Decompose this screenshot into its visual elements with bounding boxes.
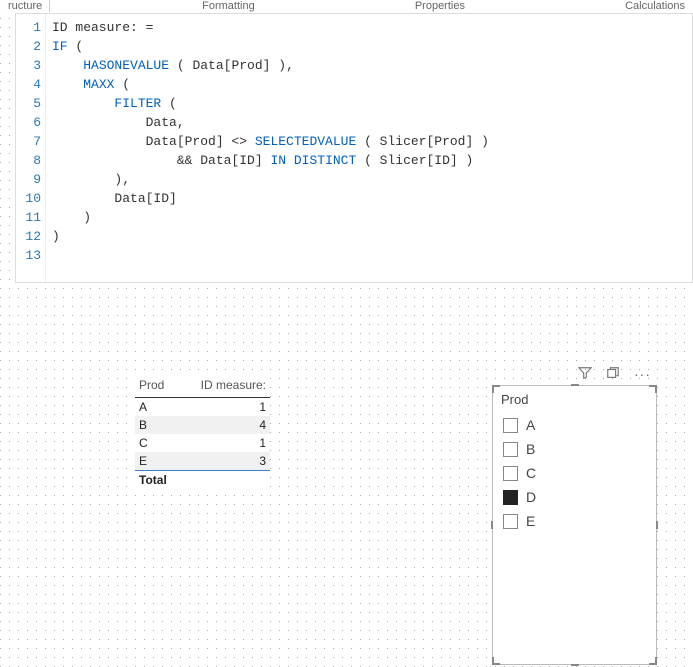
- checkbox-icon[interactable]: [503, 418, 518, 433]
- report-canvas[interactable]: 12345678910111213 ID measure: =IF ( HASO…: [0, 13, 693, 667]
- checkbox-icon[interactable]: [503, 442, 518, 457]
- visual-header: ···: [492, 364, 657, 385]
- checkbox-icon[interactable]: [503, 514, 518, 529]
- slicer-item-label: D: [526, 489, 536, 505]
- resize-handle-l[interactable]: [491, 521, 493, 529]
- slicer-item-b[interactable]: B: [501, 437, 648, 461]
- ribbon-tab-formatting[interactable]: Formatting: [194, 0, 263, 12]
- checkbox-icon[interactable]: [503, 466, 518, 481]
- focus-mode-icon[interactable]: [604, 366, 622, 383]
- editor-code[interactable]: ID measure: =IF ( HASONEVALUE ( Data[Pro…: [46, 14, 489, 282]
- cell-prod: B: [135, 416, 179, 434]
- more-options-icon[interactable]: ···: [632, 366, 653, 383]
- slicer-visual-container: ··· Prod ABCDE: [492, 364, 657, 665]
- resize-handle-b[interactable]: [571, 664, 579, 666]
- cell-prod: C: [135, 434, 179, 452]
- resize-handle-br[interactable]: [649, 657, 657, 665]
- table-row[interactable]: B4: [135, 416, 270, 434]
- cell-prod: E: [135, 452, 179, 471]
- slicer-item-a[interactable]: A: [501, 413, 648, 437]
- slicer-item-label: E: [526, 513, 535, 529]
- resize-handle-tr[interactable]: [649, 385, 657, 393]
- table-header-prod[interactable]: Prod: [135, 373, 179, 398]
- ribbon-tab-properties[interactable]: Properties: [407, 0, 473, 12]
- ribbon-tabs: ructure Formatting Properties Calculatio…: [0, 0, 693, 13]
- total-value: [179, 471, 270, 490]
- ribbon-group-structure[interactable]: ructure: [0, 0, 50, 12]
- filter-icon[interactable]: [576, 366, 594, 383]
- table-header-measure[interactable]: ID measure:: [179, 373, 270, 398]
- total-label: Total: [135, 471, 179, 490]
- slicer-item-label: C: [526, 465, 536, 481]
- resize-handle-t[interactable]: [571, 384, 579, 386]
- table-row[interactable]: C1: [135, 434, 270, 452]
- cell-value: 3: [179, 452, 270, 471]
- cell-value: 1: [179, 434, 270, 452]
- editor-gutter: 12345678910111213: [16, 14, 46, 282]
- cell-prod: A: [135, 398, 179, 417]
- resize-handle-tl[interactable]: [492, 385, 500, 393]
- formula-editor[interactable]: 12345678910111213 ID measure: =IF ( HASO…: [15, 13, 693, 283]
- slicer-item-d[interactable]: D: [501, 485, 648, 509]
- slicer-item-label: B: [526, 441, 535, 457]
- slicer-visual[interactable]: Prod ABCDE: [492, 385, 657, 665]
- slicer-item-c[interactable]: C: [501, 461, 648, 485]
- slicer-item-label: A: [526, 417, 535, 433]
- ribbon-tab-calculations[interactable]: Calculations: [617, 0, 693, 12]
- table-visual[interactable]: Prod ID measure: A1B4C1E3Total: [135, 373, 270, 489]
- table-row[interactable]: A1: [135, 398, 270, 417]
- slicer-title: Prod: [501, 392, 648, 407]
- cell-value: 4: [179, 416, 270, 434]
- cell-value: 1: [179, 398, 270, 417]
- checkbox-icon[interactable]: [503, 490, 518, 505]
- slicer-item-e[interactable]: E: [501, 509, 648, 533]
- resize-handle-r[interactable]: [656, 521, 658, 529]
- resize-handle-bl[interactable]: [492, 657, 500, 665]
- table-row[interactable]: E3: [135, 452, 270, 471]
